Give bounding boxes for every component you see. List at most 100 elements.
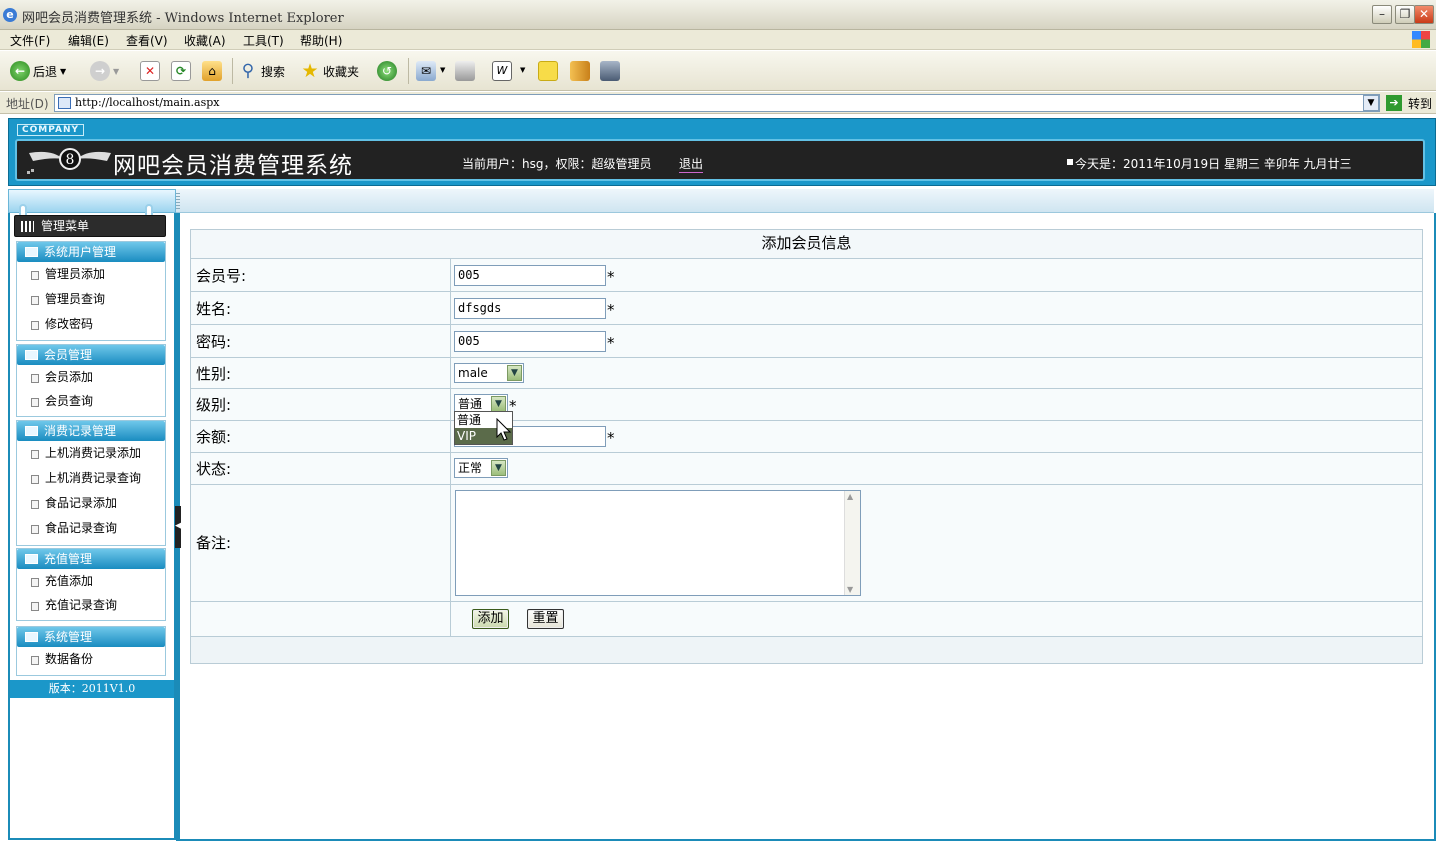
address-input[interactable]: http://localhost/main.aspx (54, 94, 1380, 112)
scroll-down-icon[interactable]: ▼ (847, 585, 853, 594)
menu-group-title: 系统管理 (44, 630, 93, 644)
status-selected-value: 正常 (458, 461, 483, 475)
menu-group-header[interactable]: 充值管理 (17, 549, 165, 569)
back-arrow-icon: ← (10, 61, 30, 81)
menu-item-food-add[interactable]: 食品记录添加 (17, 491, 165, 516)
windows-logo-icon (1412, 31, 1430, 48)
menu-item-data-backup[interactable]: 数据备份 (17, 647, 165, 671)
reset-button[interactable]: 重置 (527, 609, 564, 629)
menu-help[interactable]: 帮助(H) (300, 32, 342, 49)
search-button[interactable]: ⚲ 搜索 (238, 60, 285, 82)
menu-edit[interactable]: 编辑(E) (68, 32, 109, 49)
gender-select[interactable]: male ▼ (454, 363, 524, 383)
messenger-icon[interactable] (600, 61, 620, 81)
browser-toolbar: ← 后退 ▼ → ▼ ✕ ⟳ ⌂ ⚲ 搜索 ★ 收藏夹 ↺ ✉ ▼ W ▼ (0, 51, 1436, 91)
doc-icon (31, 475, 39, 484)
menu-group-header[interactable]: 系统管理 (17, 627, 165, 647)
book-icon (25, 350, 38, 360)
favorites-label: 收藏夹 (323, 64, 360, 79)
menu-item-change-password[interactable]: 修改密码 (17, 312, 165, 337)
go-label[interactable]: 转到 (1408, 95, 1432, 112)
svg-text:8: 8 (66, 152, 75, 168)
minimize-button[interactable]: – (1372, 5, 1392, 24)
menu-item-food-query[interactable]: 食品记录查询 (17, 516, 165, 541)
row-level: 级别: 普通 ▼ * (191, 388, 1422, 421)
row-buttons: 添加 重置 (191, 601, 1422, 637)
site-title: 网吧会员消费管理系统 (113, 153, 353, 179)
close-button[interactable]: ✕ (1414, 5, 1434, 24)
remark-textarea[interactable]: ▲ ▼ (455, 490, 861, 596)
edit-dropdown-icon[interactable]: ▼ (520, 66, 525, 74)
doc-icon (31, 296, 39, 305)
chevron-down-icon: ▼ (491, 396, 506, 412)
menu-item-recharge-add[interactable]: 充值添加 (17, 569, 165, 593)
menu-item-label: 食品记录添加 (45, 496, 118, 510)
menu-item-label: 上机消费记录查询 (45, 471, 142, 485)
home-icon[interactable]: ⌂ (202, 61, 222, 81)
menu-item-admin-query[interactable]: 管理员查询 (17, 287, 165, 312)
history-icon[interactable]: ↺ (377, 61, 397, 81)
menu-item-online-query[interactable]: 上机消费记录查询 (17, 466, 165, 491)
row-remark: 备注: ▲ ▼ (191, 484, 1422, 602)
status-select[interactable]: 正常 ▼ (454, 458, 508, 478)
print-icon[interactable] (455, 61, 475, 81)
version-label: 版本：2011V1.0 (10, 680, 174, 698)
logout-link[interactable]: 退出 (679, 155, 704, 173)
menu-item-label: 食品记录查询 (45, 521, 118, 535)
menu-group-header[interactable]: 消费记录管理 (17, 421, 165, 441)
note-icon[interactable] (538, 61, 558, 81)
member-no-input[interactable]: 005 (454, 265, 606, 286)
header-banner: 8 网吧会员消费管理系统 当前用户：hsg，权限：超级管理员 退出 今天是：20… (15, 139, 1425, 181)
forward-button[interactable]: → ▼ (90, 60, 119, 82)
back-dropdown-icon[interactable]: ▼ (60, 67, 66, 76)
menu-view[interactable]: 查看(V) (126, 32, 168, 49)
sidebar-collapse-handle[interactable]: ◀ (175, 506, 182, 548)
left-menu-top (8, 189, 176, 222)
page-icon (58, 97, 71, 109)
name-label: 姓名: (196, 300, 232, 318)
menu-group-header[interactable]: 系统用户管理 (17, 242, 165, 262)
menu-item-label: 数据备份 (45, 652, 94, 666)
scroll-up-icon[interactable]: ▲ (847, 492, 853, 501)
remark-label: 备注: (196, 534, 232, 552)
refresh-icon[interactable]: ⟳ (171, 61, 191, 81)
menu-item-label: 充值添加 (45, 574, 94, 588)
site-header: COMPANY 8 网吧会员消费管理系统 当前用户：hsg，权限：超级管理员 退… (8, 118, 1436, 186)
menu-group-header[interactable]: 会员管理 (17, 345, 165, 365)
stop-icon[interactable]: ✕ (140, 61, 160, 81)
menu-item-recharge-query[interactable]: 充值记录查询 (17, 593, 165, 617)
doc-icon (31, 398, 39, 407)
menu-group-title: 系统用户管理 (44, 245, 117, 259)
menu-favorites[interactable]: 收藏(A) (184, 32, 226, 49)
menu-item-member-add[interactable]: 会员添加 (17, 365, 165, 389)
textarea-scrollbar[interactable]: ▲ ▼ (844, 491, 860, 595)
company-badge: COMPANY (17, 124, 84, 136)
mail-icon[interactable]: ✉ (416, 61, 436, 81)
address-dropdown-icon[interactable]: ▼ (1363, 95, 1379, 111)
mail-dropdown-icon[interactable]: ▼ (440, 66, 445, 74)
gender-label: 性别: (196, 365, 232, 383)
book-icon (25, 247, 38, 257)
name-input[interactable]: dfsgds (454, 298, 606, 319)
back-button[interactable]: ← 后退 ▼ (10, 60, 66, 82)
forward-arrow-icon: → (90, 61, 110, 81)
bentley-logo-icon: 8 (27, 148, 111, 174)
menu-file[interactable]: 文件(F) (10, 32, 50, 49)
word-edit-icon[interactable]: W (492, 61, 512, 81)
favorites-button[interactable]: ★ 收藏夹 (300, 60, 359, 82)
book-icon[interactable] (570, 61, 590, 81)
menu-group-members: 会员管理 会员添加 会员查询 (16, 344, 166, 417)
menu-group-consumption: 消费记录管理 上机消费记录添加 上机消费记录查询 食品记录添加 食品记录查询 (16, 420, 166, 546)
add-button[interactable]: 添加 (472, 609, 509, 629)
menu-tools[interactable]: 工具(T) (243, 32, 284, 49)
menu-item-member-query[interactable]: 会员查询 (17, 389, 165, 413)
restore-button[interactable]: ❐ (1395, 5, 1415, 24)
ie-logo-icon: e (3, 8, 17, 22)
menu-item-admin-add[interactable]: 管理员添加 (17, 262, 165, 287)
menu-item-online-add[interactable]: 上机消费记录添加 (17, 441, 165, 466)
go-arrow-icon[interactable]: ➔ (1386, 95, 1402, 111)
password-input[interactable]: 005 (454, 331, 606, 352)
menu-item-label: 管理员添加 (45, 267, 106, 281)
form-title: 添加会员信息 (191, 230, 1422, 258)
required-mark: * (607, 334, 615, 352)
